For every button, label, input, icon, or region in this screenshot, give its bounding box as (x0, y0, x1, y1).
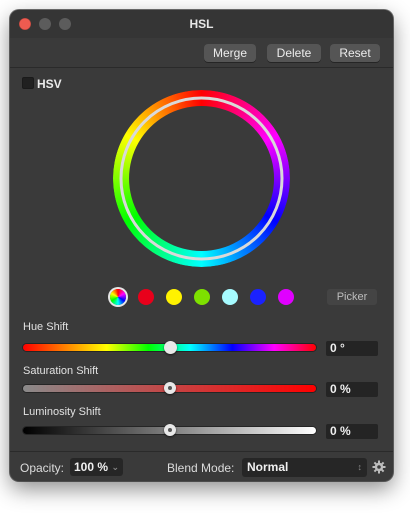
chevron-down-icon: ⌄ (111, 462, 119, 472)
luminosity-shift-label: Luminosity Shift (23, 406, 101, 418)
toolbar-divider (10, 67, 393, 68)
master-range-swatch[interactable] (110, 289, 126, 305)
footer-divider (10, 451, 393, 452)
blend-mode-label: Blend Mode: (167, 461, 235, 475)
opacity-value: 100 % (74, 460, 109, 474)
hue-shift-thumb[interactable] (164, 341, 177, 354)
title-bar[interactable]: HSL (10, 10, 393, 38)
merge-button[interactable]: Merge (204, 44, 256, 62)
hue-shift-ring[interactable] (119, 96, 284, 261)
picker-button[interactable]: Picker (327, 289, 377, 305)
up-down-chevron-icon: ↕ (357, 462, 363, 472)
cyan-range-swatch[interactable] (222, 289, 238, 305)
opacity-label: Opacity: (20, 461, 65, 475)
blend-mode-select[interactable]: Normal ↕ (242, 458, 367, 477)
hue-shift-label: Hue Shift (23, 321, 69, 333)
gear-icon[interactable] (372, 460, 386, 474)
hue-shift-value-field[interactable]: 0 ° (326, 341, 378, 356)
hsl-panel-window: HSL Merge Delete Reset HSV Picker Hue Sh… (10, 10, 393, 481)
delete-button[interactable]: Delete (267, 44, 321, 62)
saturation-shift-thumb[interactable] (164, 382, 176, 394)
magenta-range-swatch[interactable] (278, 289, 294, 305)
yellow-range-swatch[interactable] (166, 289, 182, 305)
reset-button[interactable]: Reset (330, 44, 380, 62)
saturation-shift-label: Saturation Shift (23, 365, 99, 377)
luminosity-shift-value-field[interactable]: 0 % (326, 424, 378, 439)
hsv-checkbox[interactable] (22, 77, 34, 89)
hue-wheel[interactable] (113, 90, 290, 267)
blend-mode-value: Normal (247, 460, 289, 474)
red-range-swatch[interactable] (138, 289, 154, 305)
window-title: HSL (189, 17, 214, 31)
green-range-swatch[interactable] (194, 289, 210, 305)
blue-range-swatch[interactable] (250, 289, 266, 305)
saturation-shift-value-field[interactable]: 0 % (326, 382, 378, 397)
luminosity-shift-thumb[interactable] (164, 424, 176, 436)
opacity-field[interactable]: 100 % ⌄ (70, 458, 123, 476)
hsv-checkbox-label: HSV (37, 77, 62, 91)
